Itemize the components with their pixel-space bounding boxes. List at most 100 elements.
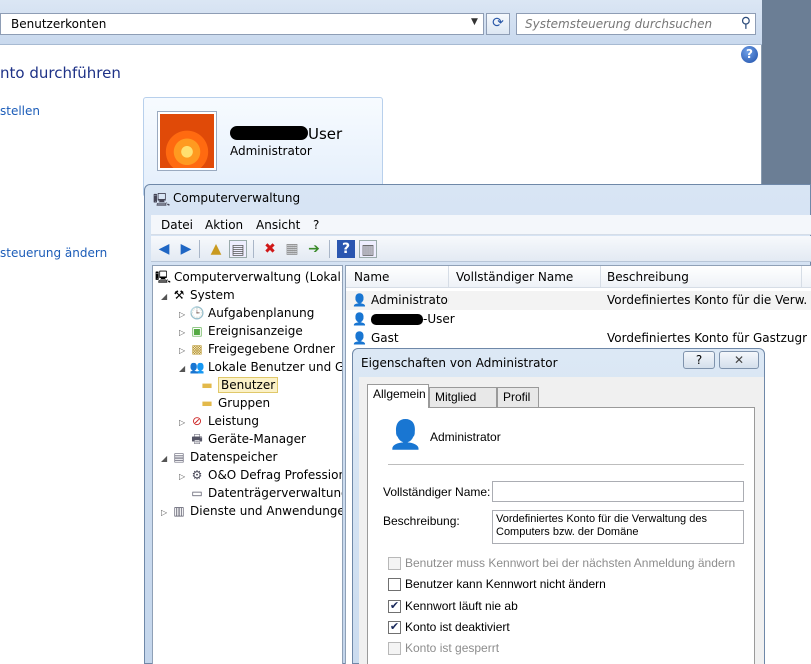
column-divider[interactable] [600,266,601,288]
fullname-label: Vollständiger Name: [383,485,491,499]
storage-icon: ▤ [173,450,185,464]
table-row[interactable]: 👤 -User [346,310,811,329]
properties-icon[interactable]: ▦ [283,240,301,258]
description-label: Beschreibung: [383,514,460,528]
user-role: Administrator [230,144,312,158]
redacted-name [230,126,308,140]
column-header-description[interactable]: Beschreibung [607,270,689,284]
expand-icon[interactable]: ▷ [179,468,189,486]
menu-aktion[interactable]: Aktion [205,218,243,232]
tree-item-defrag[interactable]: ▷ ⚙ O&O Defrag Profession [179,466,342,486]
tree-item-local-users-groups[interactable]: ◢ 👥 Lokale Benutzer und Gr [179,358,342,378]
tools-icon: ⚒ [173,288,185,302]
device-manager-icon: 🖶 [191,432,203,446]
menu-datei[interactable]: Datei [161,218,193,232]
close-icon[interactable]: ✕ [719,351,759,369]
user-card: User Administrator [143,97,383,197]
computer-management-icon: 🖳 [155,270,172,284]
redacted-name [371,314,423,325]
folder-icon: ▬ [201,396,213,410]
user-icon: 👤 [388,418,423,451]
user-icon: 👤 [352,331,367,345]
refresh-icon[interactable]: ⟳ [486,13,510,35]
toolbar-separator [253,240,254,258]
shared-folder-icon: ▩ [191,342,203,356]
menu-help[interactable]: ? [313,218,319,232]
page-title: nto durchführen [0,64,121,82]
folder-icon: ▬ [201,378,213,392]
tree-item-performance[interactable]: ▷ ⊘ Leistung [179,412,259,430]
user-name: User [308,125,343,143]
breadcrumb[interactable]: Benutzerkonten [11,17,106,31]
column-header-name[interactable]: Name [354,270,389,284]
column-divider[interactable] [448,266,449,288]
checkbox-box[interactable] [388,578,401,591]
tree-item-services-applications[interactable]: ▷ ▥ Dienste und Anwendungen [161,502,342,522]
checkmark-icon[interactable]: ✔ [388,600,401,613]
collapse-icon[interactable]: ◢ [179,360,189,378]
tab-profil[interactable]: Profil [497,387,539,407]
checkbox-box [388,557,401,570]
checkmark-icon[interactable]: ✔ [388,621,401,634]
create-link[interactable]: stellen [0,104,40,118]
toolbar-separator [199,240,200,258]
chevron-down-icon[interactable]: ▼ [471,17,478,27]
services-icon: ▥ [173,504,185,518]
performance-icon: ⊘ [191,414,203,428]
tree-item-system[interactable]: ◢ ⚒ System [161,286,235,304]
show-tree-icon[interactable]: ▤ [229,240,247,258]
search-placeholder: Systemsteuerung durchsuchen [525,17,713,31]
account-name: Administrator [430,430,501,444]
tree-item-users-label: Benutzer [218,377,279,393]
window-title: Computerverwaltung [173,191,301,205]
help-button[interactable]: ? [683,351,715,369]
tree-item-groups[interactable]: ▬ Gruppen [199,394,270,412]
search-input[interactable]: Systemsteuerung durchsuchen ⚲ [516,13,756,35]
description-field[interactable]: Vordefiniertes Konto für die Verwaltung … [492,510,744,544]
search-icon[interactable]: ⚲ [741,15,751,31]
column-divider[interactable] [801,266,802,288]
dialog-body: Allgemein Mitglied von Profil 👤 Administ… [359,377,764,664]
export-icon[interactable]: ➔ [305,240,323,258]
console-tree: 🖳 Computerverwaltung (Lokal) ◢ ⚒ System ▷ 🕒 A… [152,265,343,664]
disk-icon: ▭ [191,486,203,500]
back-icon[interactable]: ◀ [155,240,173,258]
computer-management-icon: 🖳 [153,193,171,208]
avatar [158,112,216,170]
collapse-icon[interactable]: ◢ [161,288,171,306]
up-folder-icon[interactable]: ▲ [207,240,225,258]
tree-item-computer-management[interactable]: 🖳 Computerverwaltung (Lokal) [155,268,342,286]
help-icon[interactable]: ? [741,46,758,63]
tab-mitglied-von[interactable]: Mitglied von [429,387,497,422]
tree-item-device-manager[interactable]: 🖶 Geräte-Manager [189,430,306,448]
menu-bar: Datei Aktion Ansicht ? [151,215,811,235]
control-link[interactable]: steuerung ändern [0,246,107,260]
properties-dialog: Eigenschaften von Administrator ? ✕ Allg… [352,348,765,664]
forward-icon[interactable]: ▶ [177,240,195,258]
column-header-fullname[interactable]: Vollständiger Name [456,270,573,284]
table-row[interactable]: 👤 Gast Vordefiniertes Konto für Gastzugr… [346,329,811,348]
expand-icon[interactable]: ▷ [179,414,189,432]
tree-item-storage[interactable]: ◢ ▤ Datenspeicher [161,448,277,466]
tree-item-disk-management[interactable]: ▭ Datenträgerverwaltung [189,484,342,502]
table-row[interactable]: 👤 Administrator Vordefiniertes Konto für… [346,291,811,310]
user-icon: 👤 [352,293,367,307]
divider [388,464,744,465]
list-header: Name Vollständiger Name Beschreibung [346,266,811,288]
tree-item-users[interactable]: ▬ Benutzer [199,376,279,394]
menu-ansicht[interactable]: Ansicht [256,218,300,232]
show-action-pane-icon[interactable]: ▥ [359,240,377,258]
fullname-field[interactable] [492,481,744,502]
delete-icon[interactable]: ✖ [261,240,279,258]
tree-item-event-viewer[interactable]: ▷ ▣ Ereignisanzeige [179,322,303,340]
expand-icon[interactable]: ▷ [161,504,171,522]
tab-allgemein[interactable]: Allgemein [367,384,429,408]
help-icon[interactable]: ? [337,240,355,258]
tab-panel-allgemein: 👤 Administrator Vollständiger Name: Besc… [367,407,755,664]
toolbar: ◀ ▶ ▲ ▤ ✖ ▦ ➔ ? ▥ [151,236,811,262]
dialog-title: Eigenschaften von Administrator [361,356,558,370]
tree-item-shared-folders[interactable]: ▷ ▩ Freigegebene Ordner [179,340,335,358]
tree-item-task-scheduler[interactable]: ▷ 🕒 Aufgabenplanung [179,304,314,322]
collapse-icon[interactable]: ◢ [161,450,171,468]
address-field[interactable]: Benutzerkonten ▼ [0,13,484,35]
